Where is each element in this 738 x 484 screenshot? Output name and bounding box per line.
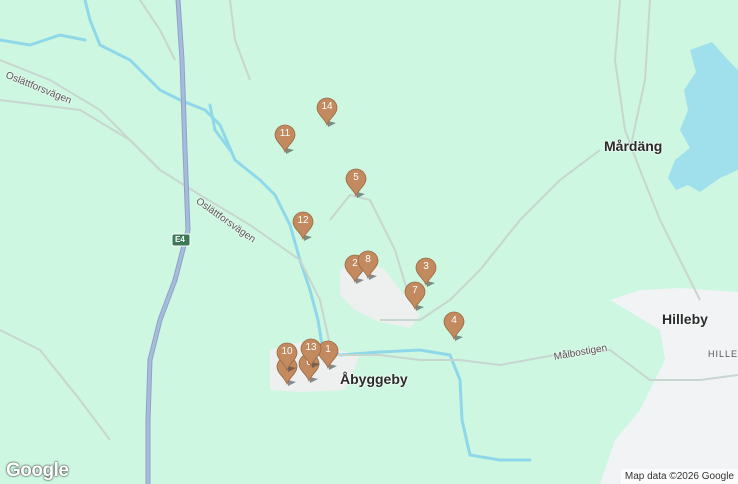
map-marker-label: 12 xyxy=(297,215,309,226)
map-marker-7[interactable]: 7 xyxy=(404,281,426,311)
map-marker-12[interactable]: 12 xyxy=(292,211,314,241)
place-label-mardang: Mårdäng xyxy=(604,138,663,154)
map-marker-label: 11 xyxy=(279,128,291,139)
map-base-layer xyxy=(0,0,738,484)
map-marker-11[interactable]: 11 xyxy=(274,124,296,154)
map-marker-label: 14 xyxy=(321,101,333,112)
map-marker-8[interactable]: 8 xyxy=(357,250,379,280)
google-logo: Google xyxy=(6,460,69,481)
place-label-abyggeby: Åbyggeby xyxy=(340,371,408,387)
map-marker-label: 3 xyxy=(423,261,429,272)
map-marker-13[interactable]: 13 xyxy=(300,338,322,368)
map-marker-label: 13 xyxy=(305,342,317,353)
map-canvas[interactable]: Åbyggeby Mårdäng Hilleby HILLE Oslättfor… xyxy=(0,0,738,484)
map-marker-label: 8 xyxy=(365,254,371,265)
e4-shield-label: E4 xyxy=(175,235,185,244)
map-marker-label: 5 xyxy=(353,172,359,183)
map-marker-label: 10 xyxy=(281,346,293,357)
place-label-hille: HILLE xyxy=(708,349,738,359)
place-label-hilleby: Hilleby xyxy=(662,311,708,327)
map-marker-14[interactable]: 14 xyxy=(316,97,338,127)
map-marker-5[interactable]: 5 xyxy=(345,168,367,198)
map-marker-label: 4 xyxy=(451,315,457,326)
map-marker-10[interactable]: 10 xyxy=(276,342,298,372)
stream-2 xyxy=(0,33,87,47)
lake-mardang xyxy=(668,42,738,192)
map-attribution[interactable]: Map data ©2026 Google xyxy=(620,469,738,484)
map-marker-label: 7 xyxy=(412,285,418,296)
map-marker-4[interactable]: 4 xyxy=(443,311,465,341)
